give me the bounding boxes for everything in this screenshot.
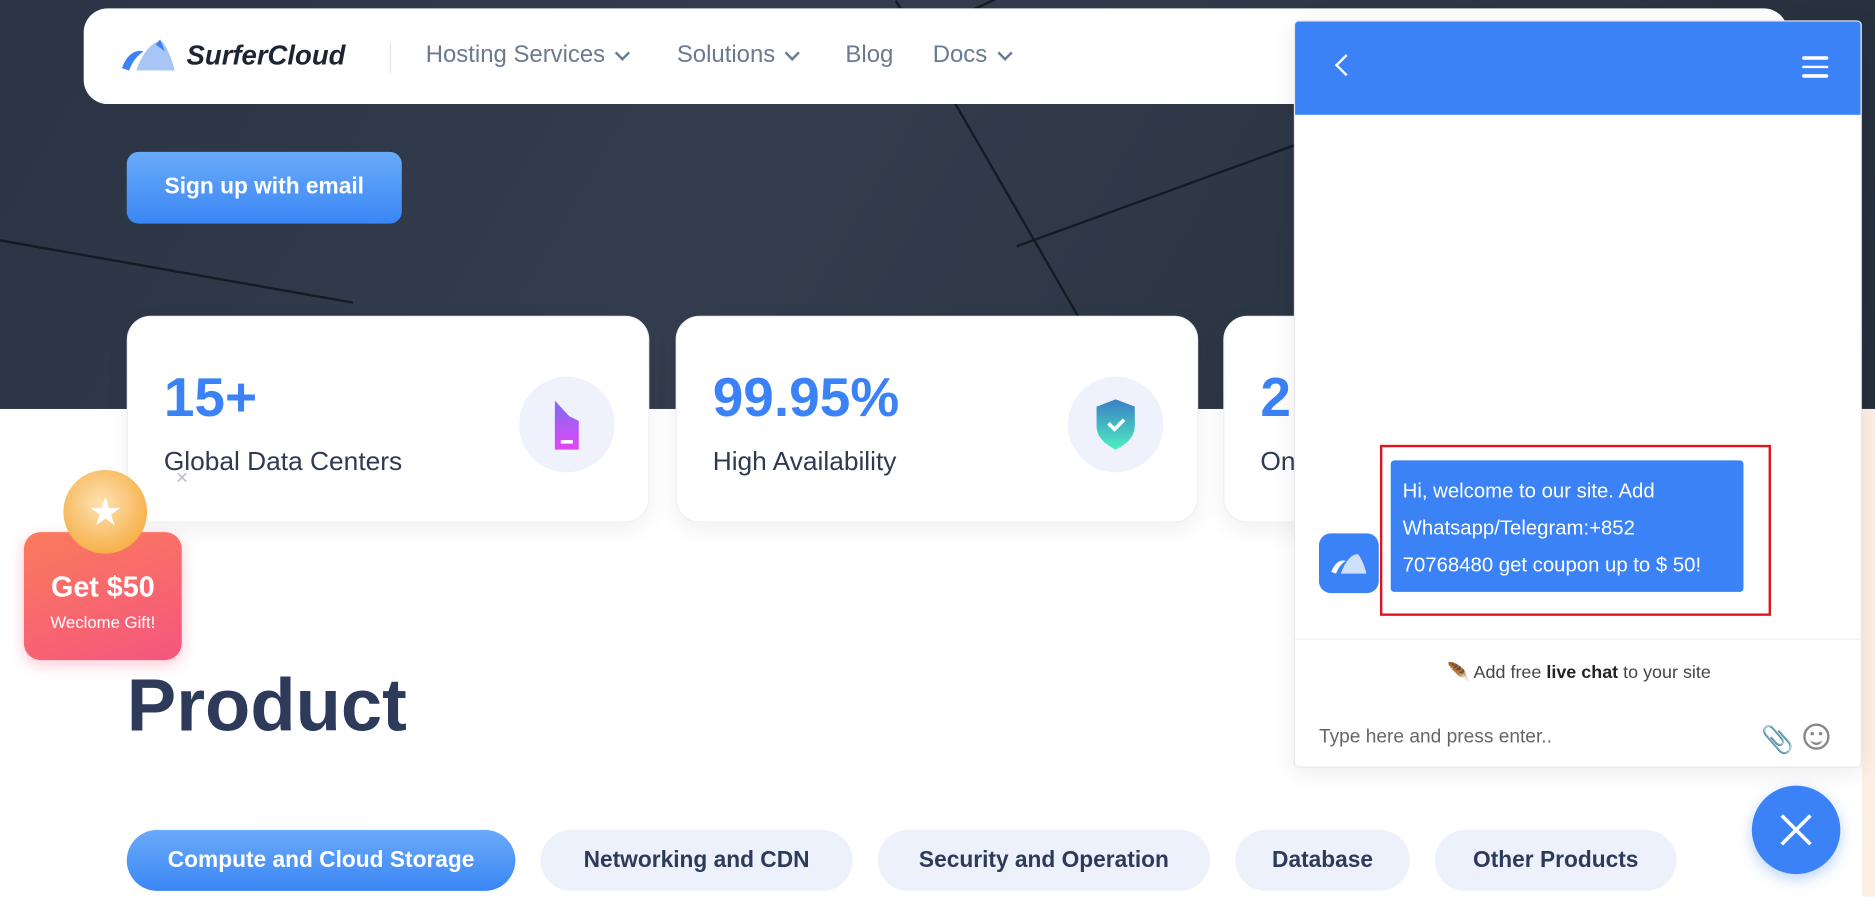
tab-security-operation[interactable]: Security and Operation — [877, 829, 1211, 891]
tab-other-products[interactable]: Other Products — [1434, 829, 1677, 891]
powered-text: to your site — [1618, 662, 1711, 683]
stat-value: 2 — [1260, 365, 1291, 429]
wave-logo-icon — [121, 39, 175, 71]
chat-message-input[interactable] — [1318, 727, 1726, 749]
stat-value: 15+ — [163, 365, 258, 429]
powered-text: Add free — [1473, 662, 1547, 683]
divider — [1295, 638, 1861, 640]
nav-label: Docs — [932, 41, 988, 69]
back-chevron-icon[interactable] — [1334, 54, 1357, 77]
nav-label: Blog — [845, 41, 894, 69]
background-accent — [1861, 408, 1875, 897]
stat-card-data-centers: 15+ Global Data Centers — [126, 315, 650, 523]
nav-divider — [389, 41, 392, 73]
shield-check-icon — [1067, 376, 1164, 473]
chevron-down-icon — [784, 45, 801, 61]
logo[interactable]: SurferCloud — [120, 37, 346, 73]
menu-icon[interactable] — [1802, 56, 1829, 83]
chevron-down-icon — [996, 45, 1013, 61]
message-line: Hi, welcome to our site. Add — [1402, 479, 1655, 503]
agent-avatar — [1318, 533, 1379, 594]
chat-header — [1295, 21, 1861, 115]
close-chat-button[interactable] — [1751, 785, 1841, 875]
section-title: Product — [126, 664, 407, 748]
close-icon — [1780, 814, 1812, 846]
gift-subtitle: Weclome Gift! — [50, 612, 156, 632]
nav-docs[interactable]: Docs — [932, 41, 1013, 70]
tab-database[interactable]: Database — [1235, 829, 1410, 891]
stat-label: On — [1260, 446, 1296, 476]
tab-compute-storage[interactable]: Compute and Cloud Storage — [126, 829, 516, 891]
chevron-down-icon — [614, 45, 631, 61]
nav-blog[interactable]: Blog — [845, 42, 893, 70]
gift-close-icon[interactable]: × — [176, 465, 189, 490]
wave-logo-icon — [1331, 554, 1367, 574]
message-line: 70768480 get coupon up to $ 50! — [1402, 553, 1702, 577]
stat-label: Global Data Centers — [163, 446, 403, 476]
gift-title: Get $50 — [50, 571, 155, 604]
emoji-icon[interactable] — [1803, 723, 1830, 750]
server-icon — [518, 376, 615, 473]
feather-icon: 🪶 — [1447, 662, 1470, 683]
tab-networking-cdn[interactable]: Networking and CDN — [540, 829, 853, 891]
star-coin-icon: ★ — [63, 469, 148, 554]
nav-label: Hosting Services — [425, 41, 606, 69]
paperclip-icon[interactable]: 📎 — [1761, 725, 1794, 756]
nav-label: Solutions — [676, 41, 776, 69]
live-chat-panel: Hi, welcome to our site. Add Whatsapp/Te… — [1293, 20, 1862, 768]
stat-value: 99.95% — [712, 365, 900, 429]
nav-hosting-services[interactable]: Hosting Services — [425, 41, 631, 70]
nav-solutions[interactable]: Solutions — [676, 41, 801, 70]
powered-by-link[interactable]: 🪶 Add free live chat to your site — [1295, 661, 1861, 683]
powered-bold: live chat — [1546, 662, 1619, 683]
signup-email-button[interactable]: Sign up with email — [126, 151, 402, 224]
brand-name: SurferCloud — [186, 38, 346, 70]
message-line: Whatsapp/Telegram:+852 — [1402, 516, 1635, 540]
stat-card-availability: 99.95% High Availability — [675, 315, 1199, 523]
chat-message: Hi, welcome to our site. Add Whatsapp/Te… — [1390, 460, 1744, 592]
stat-label: High Availability — [712, 446, 897, 476]
